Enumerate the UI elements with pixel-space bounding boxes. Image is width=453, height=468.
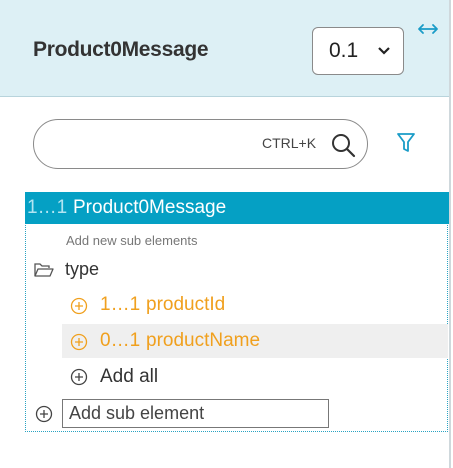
version-select[interactable]: 0.1 <box>312 27 404 75</box>
child-name: productName <box>146 330 261 351</box>
panel-header: Product0Message 0.1 <box>0 0 449 97</box>
add-sub-element-icon[interactable] <box>35 405 53 428</box>
root-element-name: Product0Message <box>73 197 227 218</box>
root-cardinality: 1…1 <box>27 197 68 218</box>
version-value: 0.1 <box>329 39 359 62</box>
add-circle-icon[interactable] <box>70 333 88 351</box>
add-all-button[interactable]: Add all <box>62 362 262 394</box>
child-cardinality: 0…1 <box>100 330 141 351</box>
tree-root-row[interactable]: 1…1 Product0Message <box>25 192 449 224</box>
add-sub-element-input[interactable] <box>62 399 329 428</box>
add-circle-icon <box>70 368 88 386</box>
filter-icon[interactable] <box>396 132 416 159</box>
schema-panel: Product0Message 0.1 CTRL+K 1…1 Product0M… <box>0 0 451 468</box>
child-cardinality: 1…1 <box>100 294 141 315</box>
add-sub-elements-hint: Add new sub elements <box>66 233 198 248</box>
tree-child-row[interactable]: 0…1 productName <box>62 324 448 358</box>
group-label: type <box>65 259 100 279</box>
add-circle-icon[interactable] <box>70 297 88 315</box>
chevron-down-icon <box>377 46 391 56</box>
add-all-label: Add all <box>100 366 159 387</box>
search-icon[interactable] <box>330 132 356 163</box>
horizontal-resize-icon[interactable] <box>417 22 439 41</box>
folder-open-icon <box>34 263 54 277</box>
page-title: Product0Message <box>33 38 209 61</box>
search-shortcut-hint: CTRL+K <box>262 135 317 151</box>
child-name: productId <box>146 294 226 315</box>
tree-child-row[interactable]: 1…1 productId <box>62 288 448 322</box>
search-box[interactable]: CTRL+K <box>33 119 368 169</box>
